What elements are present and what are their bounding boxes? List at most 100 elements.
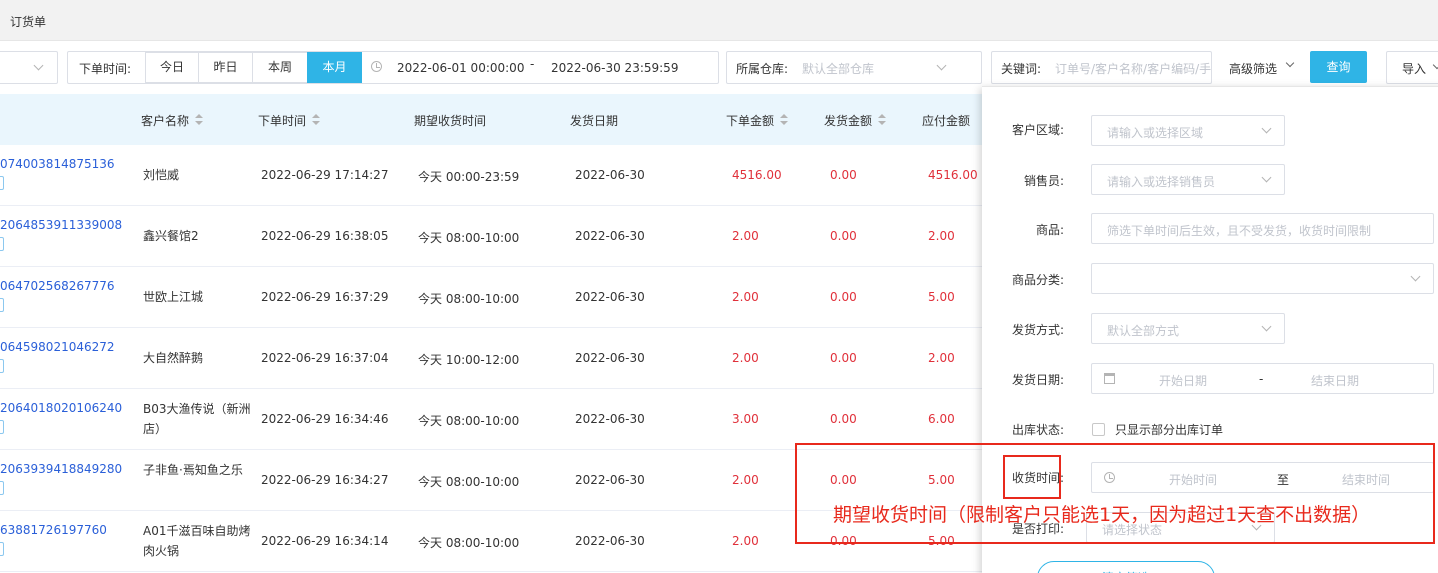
partial-stock-checkbox[interactable] [1092, 423, 1105, 436]
import-button[interactable]: 导入 [1386, 51, 1438, 84]
table-row[interactable]: 064598021046272 大自然醉鹅 2022-06-29 16:37:0… [0, 328, 982, 389]
customer-name: 世欧上江城 [143, 290, 204, 304]
customer-name: 刘恺威 [143, 168, 180, 182]
customer-name: 鑫兴餐馆2 [143, 229, 199, 243]
table-row[interactable]: 074003814875136 刘恺威 2022-06-29 17:14:27 … [0, 145, 982, 206]
chevron-down-icon [936, 60, 947, 71]
order-tag [0, 420, 4, 434]
order-number-link[interactable]: 63881726197760 [0, 523, 107, 537]
order-amount: 2.00 [732, 534, 759, 548]
region-label: 客户区域: [1011, 123, 1064, 137]
ship-method-select[interactable]: 默认全部方式 [1091, 313, 1285, 344]
order-number-link[interactable]: 2064853911339008 [0, 218, 122, 232]
ship-date-end[interactable]: 结束日期 [1311, 372, 1359, 389]
order-amount: 2.00 [732, 473, 759, 487]
chevron-down-icon [1261, 123, 1272, 134]
ship-amount: 0.00 [830, 412, 857, 426]
order-time: 2022-06-29 16:37:29 [261, 290, 389, 304]
ship-amount: 0.00 [830, 290, 857, 304]
col-ship-amount[interactable]: 发货金额 [824, 112, 887, 129]
order-number-link[interactable]: 064598021046272 [0, 340, 115, 354]
range-yesterday-button[interactable]: 昨日 [198, 52, 253, 83]
ship-date: 2022-06-30 [575, 534, 645, 548]
date-separator: - [530, 57, 535, 71]
table-row[interactable]: 2064853911339008 鑫兴餐馆2 2022-06-29 16:38:… [0, 206, 982, 267]
due-amount: 4516.00 [928, 168, 978, 182]
keyword-label: 关键词: [1001, 62, 1042, 76]
order-time: 2022-06-29 16:34:27 [261, 473, 389, 487]
order-number-link[interactable]: 064702568267776 [0, 279, 115, 293]
table-row[interactable]: 2064018020106240 B03大渔传说（新洲店） 2022-06-29… [0, 389, 982, 450]
expected-time: 今天 08:00-10:00 [418, 475, 520, 489]
order-number-link[interactable]: 2064018020106240 [0, 401, 122, 415]
ship-date: 2022-06-30 [575, 290, 645, 304]
sort-icon[interactable] [878, 114, 887, 126]
sort-icon[interactable] [195, 114, 204, 126]
region-placeholder: 请输入或选择区域 [1107, 126, 1204, 140]
clear-filter-button[interactable]: 清空筛选 [1037, 561, 1215, 573]
col-customer-label: 客户名称 [141, 114, 190, 128]
product-placeholder: 筛选下单时间后生效，且不受发货，收货时间限制 [1107, 224, 1372, 238]
customer-name: A01千滋百味自助烤肉火锅 [143, 524, 251, 558]
expected-time: 今天 08:00-10:00 [418, 536, 520, 550]
ship-date-range[interactable]: 开始日期 - 结束日期 [1091, 363, 1434, 394]
sort-icon[interactable] [312, 114, 321, 126]
order-number-link[interactable]: 074003814875136 [0, 157, 115, 171]
col-ship-amount-label: 发货金额 [824, 114, 873, 128]
due-amount: 5.00 [928, 290, 955, 304]
order-amount: 2.00 [732, 290, 759, 304]
chevron-down-icon [33, 60, 44, 71]
keyword-field[interactable]: 关键词: 订单号/客户名称/客户编码/手 [991, 51, 1212, 84]
ship-amount: 0.00 [830, 168, 857, 182]
ship-amount: 0.00 [830, 229, 857, 243]
order-tag [0, 359, 4, 373]
partial-stock-option[interactable]: 只显示部分出库订单 [1115, 421, 1223, 438]
product-label: 商品: [1035, 223, 1064, 237]
order-number-link[interactable]: 2063939418849280 [0, 462, 122, 476]
order-time: 2022-06-29 16:37:04 [261, 351, 389, 365]
ship-method-label: 发货方式: [1011, 323, 1064, 337]
product-input[interactable]: 筛选下单时间后生效，且不受发货，收货时间限制 [1091, 213, 1434, 244]
ship-amount: 0.00 [830, 351, 857, 365]
order-tag [0, 176, 4, 190]
status-select[interactable] [0, 51, 58, 84]
ship-date-start[interactable]: 开始日期 [1159, 372, 1207, 389]
expected-time: 今天 08:00-10:00 [418, 292, 520, 306]
order-time: 2022-06-29 16:38:05 [261, 229, 389, 243]
order-time-label: 下单时间: [79, 62, 132, 76]
annotation-text: 期望收货时间（限制客户只能选1天，因为超过1天查不出数据） [833, 504, 1371, 526]
warehouse-select[interactable]: 所属仓库: 默认全部仓库 [726, 51, 982, 84]
ship-date: 2022-06-30 [575, 412, 645, 426]
customer-name: B03大渔传说（新洲店） [143, 402, 251, 436]
expected-time: 今天 08:00-10:00 [418, 414, 520, 428]
sales-select[interactable]: 请输入或选择销售员 [1091, 164, 1285, 195]
table-row[interactable]: 064702568267776 世欧上江城 2022-06-29 16:37:2… [0, 267, 982, 328]
range-month-button[interactable]: 本月 [307, 52, 362, 83]
due-amount: 2.00 [928, 351, 955, 365]
range-today-button[interactable]: 今日 [145, 52, 199, 83]
col-order-time[interactable]: 下单时间 [258, 112, 321, 129]
advanced-filter-toggle[interactable]: 高级筛选 [1229, 60, 1277, 77]
category-select[interactable] [1091, 263, 1434, 294]
date-start-input[interactable]: 2022-06-01 00:00:00 [397, 61, 524, 75]
chevron-down-icon [1261, 321, 1272, 332]
col-order-amount-label: 下单金额 [726, 114, 775, 128]
ship-date: 2022-06-30 [575, 351, 645, 365]
search-button[interactable]: 查询 [1310, 51, 1367, 83]
keyword-placeholder: 订单号/客户名称/客户编码/手 [1055, 62, 1212, 76]
order-tag [0, 481, 4, 495]
col-order-amount[interactable]: 下单金额 [726, 112, 789, 129]
order-time: 2022-06-29 16:34:46 [261, 412, 389, 426]
expected-time: 今天 10:00-12:00 [418, 353, 520, 367]
sales-label: 销售员: [1023, 174, 1064, 188]
ship-date: 2022-06-30 [575, 168, 645, 182]
col-customer[interactable]: 客户名称 [141, 112, 204, 129]
date-end-input[interactable]: 2022-06-30 23:59:59 [551, 61, 678, 75]
region-select[interactable]: 请输入或选择区域 [1091, 115, 1285, 146]
due-amount: 6.00 [928, 412, 955, 426]
col-due-amount: 应付金额 [922, 114, 971, 128]
sort-icon[interactable] [780, 114, 789, 126]
range-week-button[interactable]: 本周 [252, 52, 308, 83]
ship-date: 2022-06-30 [575, 473, 645, 487]
order-amount: 2.00 [732, 229, 759, 243]
